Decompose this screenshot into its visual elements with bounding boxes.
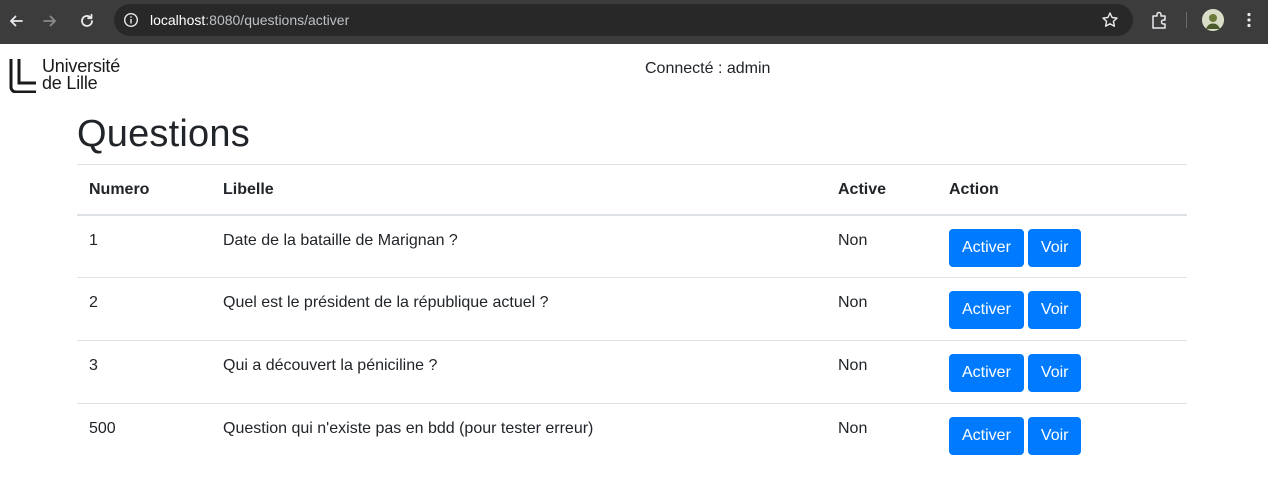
puzzle-icon[interactable]: [1149, 9, 1171, 31]
url-path: :8080/questions/activer: [205, 12, 350, 28]
column-header-libelle: Libelle: [211, 164, 826, 216]
table-row: 1 Date de la bataille de Marignan ? Non …: [77, 215, 1187, 278]
activer-button[interactable]: Activer: [949, 228, 1024, 267]
cell-libelle: Date de la bataille de Marignan ?: [223, 231, 458, 249]
cell-libelle: Quel est le président de la république a…: [223, 294, 549, 311]
cell-libelle: Qui a découvert la péniciline ?: [223, 357, 438, 374]
column-header-numero: Numero: [77, 164, 211, 216]
star-icon[interactable]: [1101, 11, 1119, 29]
activer-button[interactable]: Activer: [949, 291, 1024, 329]
table-row: 500 Question qui n'existe pas en bdd (po…: [77, 403, 1187, 467]
avatar[interactable]: [1202, 9, 1224, 31]
cell-numero: 1: [89, 231, 98, 249]
cell-numero: 3: [89, 357, 98, 374]
voir-button[interactable]: Voir: [1027, 354, 1082, 392]
voir-button[interactable]: Voir: [1027, 228, 1082, 267]
logo-line-2: de Lille: [42, 73, 98, 93]
cell-active: Non: [838, 231, 868, 249]
table-row: 2 Quel est le président de la république…: [77, 277, 1187, 341]
cell-actions: Activer Voir: [937, 278, 1187, 341]
arrow-left-icon: [10, 15, 23, 27]
column-header-active: Active: [826, 164, 937, 216]
voir-button[interactable]: Voir: [1027, 417, 1082, 455]
forward-button[interactable]: [38, 9, 62, 33]
toolbar-divider: [1186, 12, 1187, 28]
table-header-row: Numero Libelle Active Action: [77, 164, 1187, 216]
info-icon[interactable]: [123, 12, 139, 28]
cell-numero: 500: [89, 420, 116, 437]
url-text[interactable]: localhost:8080/questions/activer: [150, 12, 349, 28]
page-title: Questions: [77, 113, 250, 155]
cell-actions: Activer Voir: [937, 404, 1187, 467]
reload-button[interactable]: [75, 9, 99, 33]
reload-icon: [81, 13, 93, 27]
activer-button[interactable]: Activer: [949, 417, 1024, 455]
browser-toolbar: localhost:8080/questions/activer: [0, 0, 1268, 44]
questions-table: Numero Libelle Active Action 1 Date de l…: [77, 164, 1187, 467]
cell-active: Non: [838, 294, 868, 311]
cell-actions: Activer Voir: [937, 215, 1187, 278]
cell-libelle: Question qui n'existe pas en bdd (pour t…: [223, 420, 594, 437]
cell-actions: Activer Voir: [937, 341, 1187, 404]
table-row: 3 Qui a découvert la péniciline ? Non Ac…: [77, 340, 1187, 404]
university-logo[interactable]: Université de Lille: [9, 57, 139, 94]
url-host: localhost: [150, 12, 206, 28]
activer-button[interactable]: Activer: [949, 354, 1024, 392]
address-bar[interactable]: localhost:8080/questions/activer: [114, 4, 1133, 36]
kebab-menu-icon[interactable]: [1240, 11, 1258, 29]
cell-active: Non: [838, 420, 868, 437]
logo-text: Université de Lille: [42, 57, 120, 93]
connected-user-label: Connecté : admin: [645, 60, 771, 77]
logo-mark-icon: [9, 59, 36, 93]
column-header-action: Action: [937, 164, 1187, 216]
cell-numero: 2: [89, 294, 98, 311]
voir-button[interactable]: Voir: [1027, 291, 1082, 329]
back-button[interactable]: [4, 9, 28, 33]
arrow-right-icon: [43, 15, 56, 27]
cell-active: Non: [838, 357, 868, 374]
